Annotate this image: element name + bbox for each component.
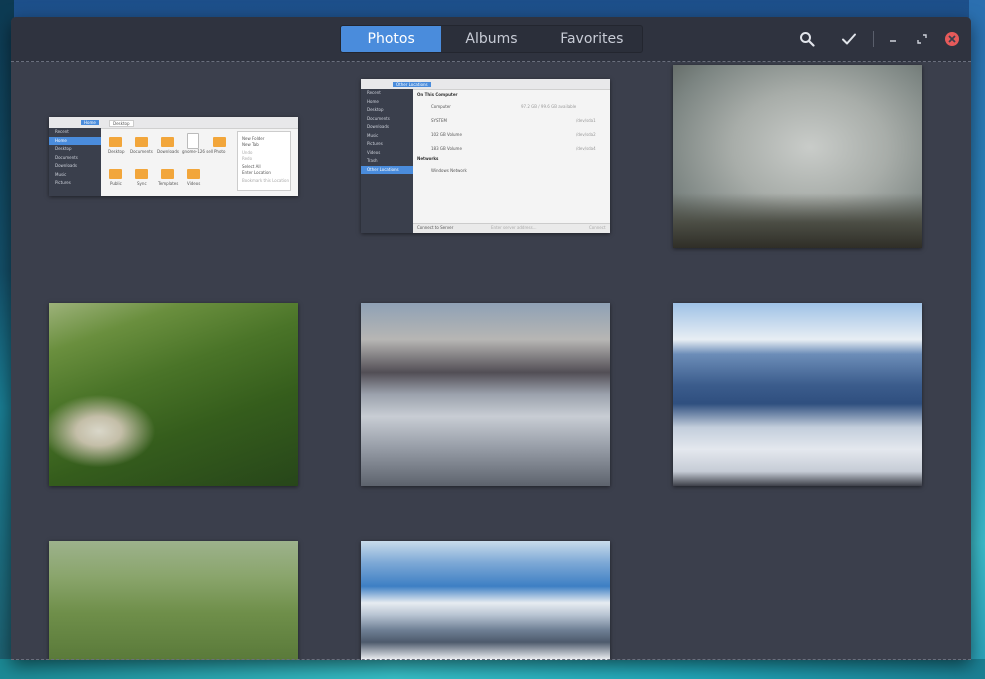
thumb-folder-label: Photo [214,149,226,154]
thumb-menu-item: Select All [242,164,261,169]
thumb-folder-icon [187,169,200,179]
thumb-folder-icon [109,169,122,179]
thumb-row-name: 102 GB Volume [431,132,462,137]
header-separator [873,31,874,47]
thumb-menu-item: Redo [242,156,253,161]
thumb-row-name: Computer [431,104,451,109]
thumb-sidebar-item: Music [55,171,67,177]
thumb-sidebar-item: Trash [367,158,378,163]
thumb-sidebar-item: Desktop [367,107,384,112]
thumb-folder-label: Sync [137,181,147,186]
thumb-section-title: Networks [417,156,439,161]
thumb-folder-icon [135,137,148,147]
thumb-menu-item: Enter Location [242,170,271,175]
thumb-footer-input: Enter server address... [491,225,537,230]
thumb-path-home: Home [81,120,99,125]
thumb-folder-label: Templates [158,181,179,186]
photo-thumbnail-mountain-range[interactable] [361,541,610,660]
thumb-folder-icon [161,137,174,147]
thumb-folder-label: Downloads [157,149,179,154]
thumb-path: Other Locations [393,82,431,87]
thumb-folder-label: Videos [187,181,201,186]
thumb-footer-label: Connect to Server [417,225,454,230]
thumb-row-info: /dev/sda4 [576,146,596,151]
photo-thumbnail-hills[interactable] [49,541,298,660]
thumb-sidebar-item: Downloads [367,124,389,129]
photo-thumbnail-locations-screenshot[interactable]: Other Locations Recent Home Desktop Docu… [361,79,610,233]
thumb-row-name: Windows Network [431,168,467,173]
thumb-sidebar-item: Home [49,136,101,145]
thumb-row-info: /dev/sda1 [576,118,596,123]
thumb-row-info: 97.2 GB / 99.6 GB available [521,104,577,109]
photo-thumbnail-fog-lake[interactable] [673,65,922,248]
thumb-section-title: On This Computer [417,92,458,97]
thumb-sidebar-item: Other Locations [361,165,413,174]
thumb-folder-icon [213,137,226,147]
thumb-row-name: SYSTEM [431,118,447,123]
thumb-sidebar-item: Pictures [367,141,383,146]
tab-photos[interactable]: Photos [341,26,442,52]
thumb-row-name: 183 GB Volume [431,146,462,151]
photo-thumbnail-clouds[interactable] [361,303,610,486]
view-switcher: Photos Albums Favorites [340,25,643,53]
thumb-sidebar: Recent Home Desktop Documents Downloads … [361,89,413,233]
thumb-sidebar-item: Documents [55,154,78,160]
thumb-file-icon [187,133,199,149]
check-icon[interactable] [839,29,859,49]
minimize-icon[interactable] [883,29,903,49]
thumb-folder-label: Documents [130,149,153,154]
thumb-folder-icon [109,137,122,147]
desktop-wallpaper-right [969,0,985,679]
thumb-sidebar-item: Downloads [55,163,77,168]
photo-grid: Home Desktop Recent Home Desktop Documen… [11,62,971,660]
desktop-wallpaper-bottom [0,659,985,679]
thumb-menu-item: Bookmark this Location [242,178,290,183]
thumb-context-menu: New Folder New Tab Undo Redo Select All … [237,131,291,191]
thumb-path-desktop: Desktop [109,120,134,127]
thumb-sidebar-item: Music [367,132,379,138]
thumb-sidebar-item: Recent [55,129,69,134]
thumb-folder-label: Public [110,181,122,186]
restore-icon[interactable] [912,29,932,49]
tab-favorites[interactable]: Favorites [542,26,642,52]
photos-window: Photos Albums Favorites Home Desktop Rec [11,17,971,660]
content-bottom-edge [11,658,971,660]
thumb-menu-item: Undo [242,150,253,155]
thumb-folder-label: Desktop [108,149,125,154]
thumb-folder-label: gnome-126 sell [182,149,213,154]
search-icon[interactable] [797,29,817,49]
thumb-sidebar-item: Home [367,98,379,104]
thumb-row-info: /dev/sda2 [576,132,596,137]
photo-thumbnail-files-screenshot[interactable]: Home Desktop Recent Home Desktop Documen… [49,117,298,196]
thumb-sidebar-item: Pictures [55,180,71,185]
thumb-sidebar-item: Documents [367,115,390,121]
thumb-folder-icon [135,169,148,179]
thumb-sidebar-item: Videos [367,149,381,155]
tab-albums[interactable]: Albums [441,26,541,52]
thumb-folder-icon [161,169,174,179]
headerbar: Photos Albums Favorites [11,17,971,62]
thumb-menu-item: New Tab [242,142,259,147]
thumb-sidebar-item: Recent [367,90,381,95]
thumb-menu-item: New Folder [242,136,265,141]
thumb-sidebar: Recent Home Desktop Documents Downloads … [49,128,101,196]
close-icon[interactable] [942,29,962,49]
photo-thumbnail-snow-peaks[interactable] [673,303,922,486]
photo-thumbnail-valley[interactable] [49,303,298,486]
thumb-sidebar-item: Desktop [55,146,72,151]
thumb-footer-button: Connect [589,225,606,230]
